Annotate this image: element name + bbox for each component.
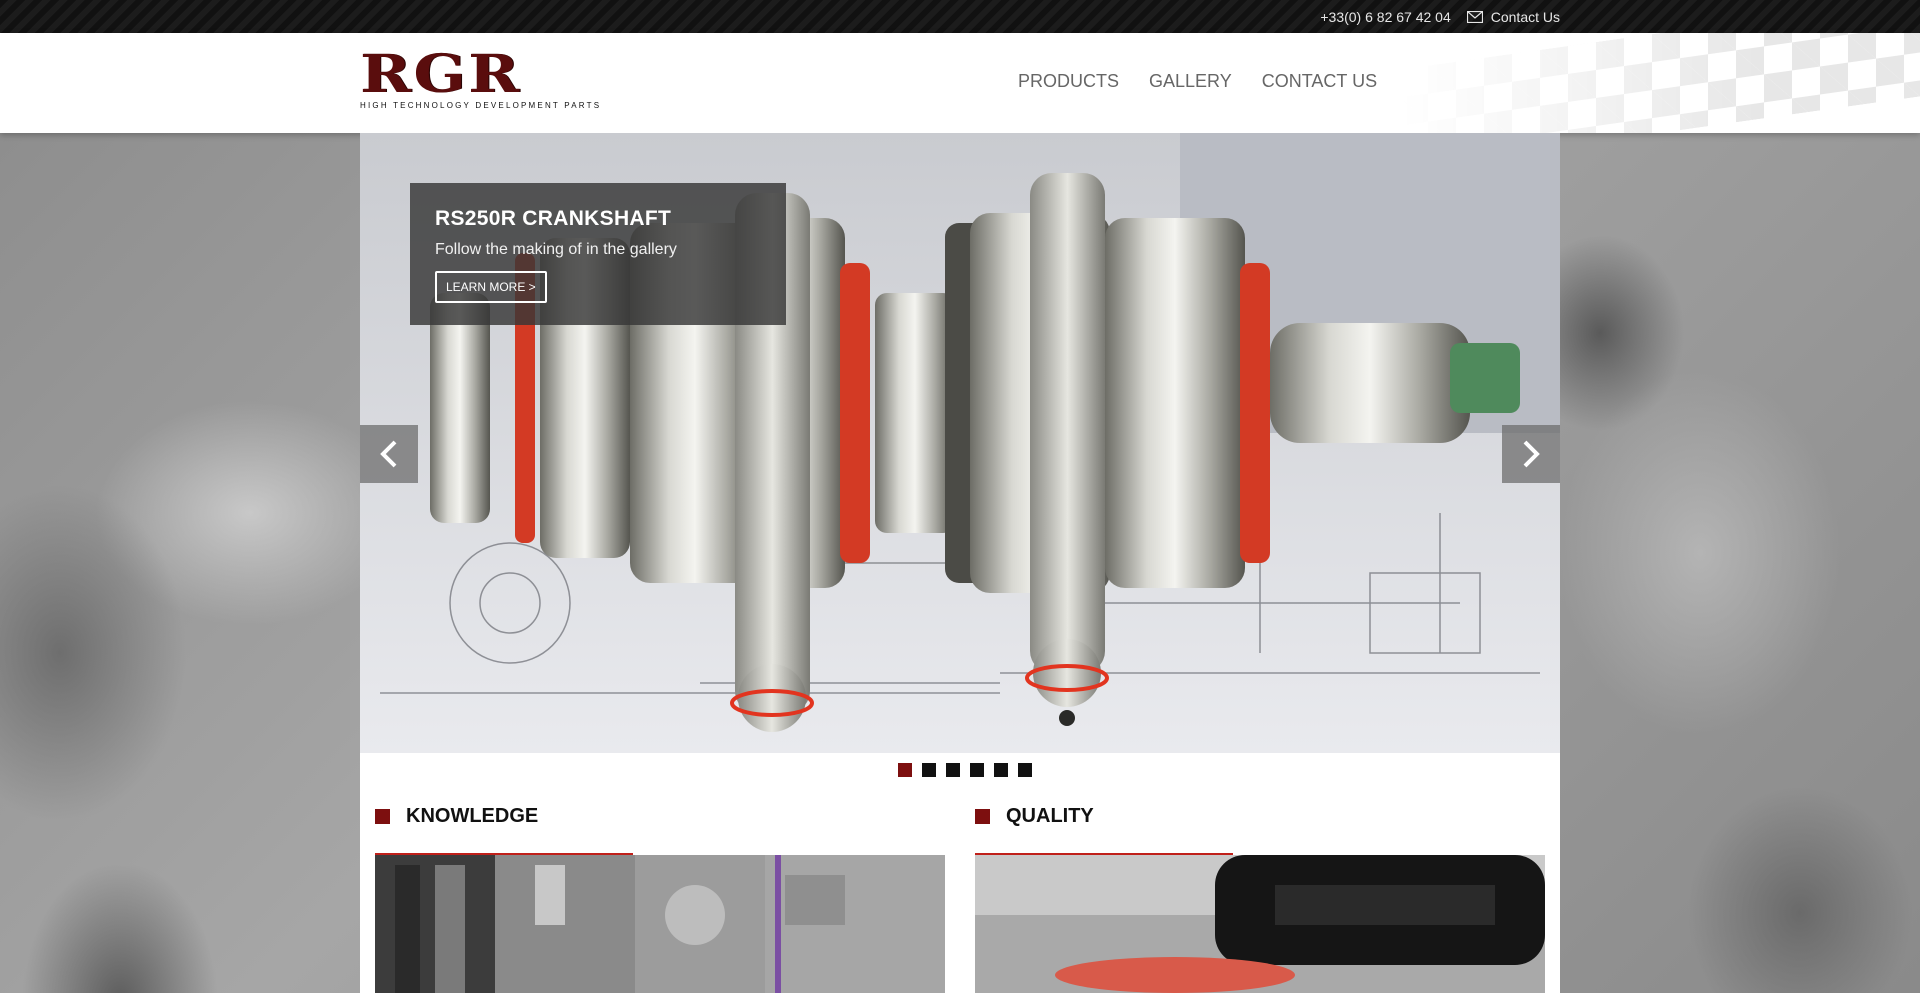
slide-caption: RS250R CRANKSHAFT Follow the making of i… (410, 183, 786, 325)
quality-title: QUALITY (1006, 804, 1094, 827)
slide-subtitle: Follow the making of in the gallery (435, 241, 677, 258)
site-header: RGR HIGH TECHNOLOGY DEVELOPMENT PARTS PR… (0, 33, 1920, 133)
slide-title: RS250R CRANKSHAFT (435, 207, 672, 230)
square-icon (375, 808, 390, 824)
checkered-flag-decoration (1400, 33, 1920, 133)
knowledge-heading: KNOWLEDGE (375, 801, 945, 831)
slide-dot-4[interactable] (970, 763, 984, 777)
main-nav: PRODUCTS GALLERY CONTACT US (1018, 71, 1377, 92)
mail-icon (1466, 10, 1483, 23)
slide-dot-3[interactable] (946, 763, 960, 777)
learn-more-button[interactable]: LEARN MORE > (435, 271, 547, 303)
top-bar: +33(0) 6 82 67 42 04 Contact Us (0, 0, 1920, 33)
contact-us-label: Contact Us (1490, 8, 1560, 25)
slide-dot-6[interactable] (1018, 763, 1032, 777)
slide-dot-2[interactable] (922, 763, 936, 777)
knowledge-section: KNOWLEDGE (375, 801, 945, 993)
top-bar-contact-info: +33(0) 6 82 67 42 04 Contact Us (1320, 0, 1560, 33)
phone-number: +33(0) 6 82 67 42 04 (1320, 8, 1451, 25)
square-icon (975, 808, 990, 824)
hero-slider: RS250R CRANKSHAFT Follow the making of i… (360, 133, 1560, 753)
chevron-left-icon (380, 440, 397, 468)
slide-dot-5[interactable] (994, 763, 1008, 777)
quality-section: QUALITY (975, 801, 1545, 993)
nav-contact-us[interactable]: CONTACT US (1262, 71, 1377, 92)
chevron-right-icon (1523, 440, 1540, 468)
knowledge-title: KNOWLEDGE (406, 804, 539, 827)
quality-heading: QUALITY (975, 801, 1545, 831)
slide-dot-1[interactable] (898, 763, 912, 777)
nav-gallery[interactable]: GALLERY (1149, 71, 1232, 92)
quality-image[interactable] (975, 855, 1545, 993)
main-content: RS250R CRANKSHAFT Follow the making of i… (360, 133, 1560, 993)
knowledge-image[interactable] (375, 855, 945, 993)
logo-wordmark: RGR (360, 44, 522, 105)
nav-products[interactable]: PRODUCTS (1018, 71, 1119, 92)
slider-pagination (898, 763, 1032, 777)
rgr-logo[interactable]: RGR HIGH TECHNOLOGY DEVELOPMENT PARTS (360, 49, 599, 111)
slider-prev-button[interactable] (360, 425, 418, 483)
slider-next-button[interactable] (1502, 425, 1560, 483)
contact-us-link[interactable]: Contact Us (1466, 8, 1560, 25)
